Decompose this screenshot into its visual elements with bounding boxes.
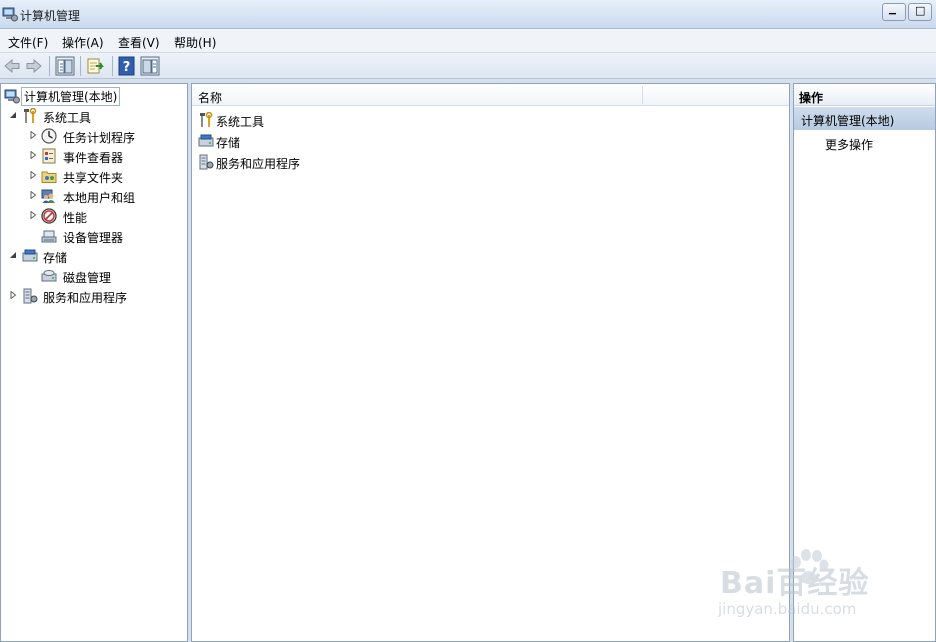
services-icon	[23, 288, 38, 304]
watermark: Bai百经验 jingyan.baidu.com	[716, 548, 906, 628]
tree-item-system-tools[interactable]: 系统工具	[1, 106, 187, 126]
storage-icon	[22, 249, 38, 262]
list-item-services-applications[interactable]: 服务和应用程序	[198, 152, 398, 172]
tree-item-event-viewer[interactable]: 事件查看器	[1, 146, 187, 166]
content-list: 名称 系统工具 存储 服务和应用程序	[191, 83, 790, 642]
tree-item-label: 任务计划程序	[63, 131, 136, 145]
tree-item-device-manager[interactable]: 设备管理器	[1, 226, 187, 246]
menu-help[interactable]: 帮助(H)	[174, 34, 216, 51]
expanded-arrow-icon[interactable]	[9, 111, 17, 119]
users-icon	[41, 189, 55, 203]
show-hide-action-pane-icon[interactable]	[140, 56, 160, 76]
disk-icon	[41, 270, 57, 282]
tree-item-label: 存储	[43, 251, 68, 265]
column-divider[interactable]	[642, 86, 643, 104]
collapsed-arrow-icon[interactable]	[9, 291, 17, 299]
back-icon[interactable]	[2, 56, 22, 76]
toolbar: ?	[0, 53, 936, 79]
collapsed-arrow-icon[interactable]	[29, 171, 37, 179]
list-item-system-tools[interactable]: 系统工具	[198, 110, 398, 130]
event-viewer-icon	[42, 148, 56, 164]
collapsed-arrow-icon[interactable]	[29, 211, 37, 219]
minimize-icon: ▁	[889, 5, 896, 15]
column-name[interactable]: 名称	[198, 89, 222, 106]
maximize-icon: □	[915, 4, 926, 17]
toolbar-separator	[80, 56, 81, 76]
tree-item-label: 共享文件夹	[63, 171, 124, 185]
action-pane-header: 操作	[794, 84, 935, 106]
maximize-button[interactable]: □	[908, 3, 932, 21]
storage-icon	[198, 134, 214, 147]
collapsed-arrow-icon[interactable]	[29, 131, 37, 139]
tree-item-label: 事件查看器	[63, 151, 124, 165]
svg-text:?: ?	[123, 60, 131, 75]
minimize-button[interactable]: ▁	[882, 3, 906, 21]
tree-item-label: 设备管理器	[63, 231, 124, 245]
forward-icon[interactable]	[24, 56, 44, 76]
action-pane-title: 操作	[799, 91, 824, 105]
device-manager-icon	[41, 230, 57, 243]
watermark-url: jingyan.baidu.com	[718, 600, 857, 618]
tree-item-label: 性能	[63, 211, 88, 225]
window-title: 计算机管理	[20, 9, 81, 23]
list-item-storage[interactable]: 存储	[198, 131, 398, 151]
list-item-label: 服务和应用程序	[216, 157, 301, 171]
title-bar: 计算机管理 ▁ □	[0, 0, 936, 29]
action-section-computer-management[interactable]: 计算机管理(本地)	[794, 107, 935, 130]
expanded-arrow-icon[interactable]	[9, 251, 17, 259]
export-list-icon[interactable]	[86, 56, 106, 76]
show-hide-tree-icon[interactable]	[55, 56, 75, 76]
menu-view[interactable]: 查看(V)	[118, 34, 160, 51]
toolbar-separator	[49, 56, 50, 76]
tree-item-label: 服务和应用程序	[43, 291, 128, 305]
shared-folder-icon	[41, 171, 57, 183]
tree-item-task-scheduler[interactable]: 任务计划程序	[1, 126, 187, 146]
menu-action[interactable]: 操作(A)	[62, 34, 104, 51]
tree-item-label: 磁盘管理	[63, 271, 112, 285]
tree-item-disk-management[interactable]: 磁盘管理	[1, 266, 187, 286]
computer-management-icon	[4, 89, 20, 104]
tree-root-label: 计算机管理(本地)	[21, 87, 121, 106]
list-item-label: 系统工具	[216, 115, 265, 129]
list-item-label: 存储	[216, 136, 241, 150]
tree-item-label: 本地用户和组	[63, 191, 136, 205]
more-actions-link[interactable]: 更多操作	[825, 136, 873, 153]
computer-management-icon	[2, 7, 18, 22]
menu-bar: 文件(F) 操作(A) 查看(V) 帮助(H)	[0, 29, 936, 53]
tree-item-local-users-groups[interactable]: 本地用户和组	[1, 186, 187, 206]
tree-item-services-applications[interactable]: 服务和应用程序	[1, 286, 187, 306]
collapsed-arrow-icon[interactable]	[29, 151, 37, 159]
navigation-tree: 计算机管理(本地) 系统工具 任务计划程序 事件查看器 共享文件夹 本地用户和组…	[0, 83, 188, 642]
tools-icon	[24, 108, 37, 123]
clock-icon	[41, 128, 57, 144]
action-section-label: 计算机管理(本地)	[801, 114, 895, 128]
tree-item-label: 系统工具	[43, 111, 92, 125]
tree-item-storage[interactable]: 存储	[1, 246, 187, 266]
tools-icon	[200, 112, 213, 127]
tree-item-shared-folders[interactable]: 共享文件夹	[1, 166, 187, 186]
column-header[interactable]: 名称	[192, 84, 789, 106]
collapsed-arrow-icon[interactable]	[29, 191, 37, 199]
menu-file[interactable]: 文件(F)	[8, 34, 48, 51]
help-icon[interactable]: ?	[117, 56, 137, 76]
services-icon	[199, 154, 214, 170]
watermark-brand: Bai百经验	[720, 566, 870, 601]
tree-root[interactable]: 计算机管理(本地)	[1, 86, 187, 106]
tree-item-performance[interactable]: 性能	[1, 206, 187, 226]
toolbar-separator	[112, 56, 113, 76]
performance-icon	[41, 208, 57, 224]
